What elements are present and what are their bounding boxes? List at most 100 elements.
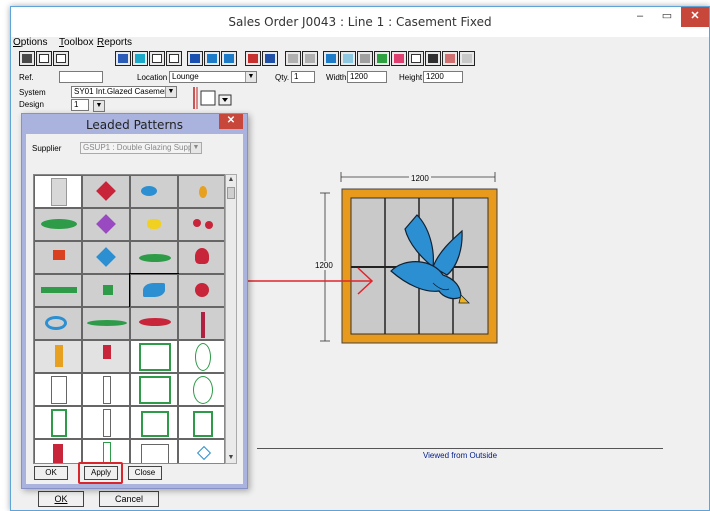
toolbar <box>19 51 709 67</box>
height-field[interactable]: 1200 <box>423 71 463 83</box>
pattern-tile[interactable] <box>178 175 224 208</box>
pattern-tile[interactable] <box>34 175 82 208</box>
pattern-tile[interactable] <box>34 307 82 340</box>
pattern-scrollbar[interactable]: ▲ ▼ <box>225 174 237 464</box>
chevron-down-icon[interactable]: ▼ <box>245 72 256 82</box>
chevron-down-icon[interactable]: ▼ <box>165 87 176 97</box>
pattern-tile[interactable] <box>130 208 178 241</box>
width-label: Width <box>326 73 347 82</box>
menu-bar: Options Toolbox Reports <box>11 37 709 51</box>
design-dropdown[interactable]: ▼ <box>93 100 105 112</box>
pattern-tile[interactable] <box>178 406 224 439</box>
delete-icon[interactable] <box>245 51 261 66</box>
menu-options[interactable]: Options <box>13 37 47 48</box>
pattern-tile[interactable] <box>130 340 178 373</box>
divider <box>257 448 663 449</box>
sash-icon[interactable] <box>166 51 182 66</box>
pattern-tile-selected[interactable] <box>129 273 179 308</box>
chevron-down-icon[interactable]: ▼ <box>190 143 201 153</box>
pattern-tile[interactable] <box>34 406 82 439</box>
minimize-icon[interactable]: – <box>627 7 653 27</box>
pattern-icon[interactable] <box>340 51 356 66</box>
scroll-thumb[interactable] <box>227 187 235 199</box>
glazing-bar-icon[interactable] <box>285 51 301 66</box>
system-select[interactable]: SY01 Int.Glazed Casement ▼ <box>71 86 177 98</box>
dialog-close-label: Close <box>134 468 156 477</box>
panel-icon[interactable] <box>149 51 165 66</box>
pattern-tile[interactable] <box>82 241 130 274</box>
refresh-icon[interactable] <box>459 51 475 66</box>
pattern-tile[interactable] <box>130 439 178 463</box>
pattern-tile[interactable] <box>34 241 82 274</box>
bar-icon[interactable] <box>302 51 318 66</box>
preview-icon[interactable] <box>442 51 458 66</box>
close-icon[interactable]: ✕ <box>219 114 243 129</box>
save-icon[interactable] <box>425 51 441 66</box>
pattern-tile[interactable] <box>178 208 224 241</box>
chevron-down-icon[interactable]: ▼ <box>94 101 104 111</box>
height-label: Height <box>399 73 423 82</box>
qty-label: Qty. <box>275 73 290 82</box>
window-title: Sales Order J0043 : Line 1 : Casement Fi… <box>228 15 492 29</box>
dimension-tool-icon[interactable] <box>19 51 35 66</box>
cancel-button[interactable]: Cancel <box>99 491 159 507</box>
pattern-tile[interactable] <box>178 307 224 340</box>
chevron-up-icon[interactable]: ▲ <box>226 175 236 185</box>
pattern-tile[interactable] <box>34 274 82 307</box>
pattern-tile[interactable] <box>34 439 82 463</box>
view-icon[interactable] <box>204 51 220 66</box>
leaded-icon[interactable] <box>357 51 373 66</box>
split-icon[interactable] <box>221 51 237 66</box>
door-icon[interactable] <box>132 51 148 66</box>
pattern-tile[interactable] <box>130 175 178 208</box>
pattern-tile[interactable] <box>82 406 130 439</box>
dialog-ok-button[interactable]: OK <box>34 466 68 480</box>
pattern-tile[interactable] <box>82 373 130 406</box>
pattern-tile[interactable] <box>82 274 130 307</box>
ref-field[interactable] <box>59 71 103 83</box>
pattern-tile[interactable] <box>34 340 82 373</box>
menu-reports[interactable]: Reports <box>97 37 132 48</box>
pattern-tile[interactable] <box>82 340 130 373</box>
frame-tool-icon[interactable] <box>53 51 69 66</box>
dialog-ok-label: OK <box>45 468 57 477</box>
open-pane-icon[interactable] <box>115 51 131 66</box>
pattern-tile[interactable] <box>130 307 178 340</box>
ok-button[interactable]: OK <box>38 491 84 507</box>
supplier-select[interactable]: GSUP1 : Double Glazing Supplier ▼ <box>80 142 202 154</box>
dialog-close-button[interactable]: Close <box>128 466 162 480</box>
close-icon[interactable]: ✕ <box>681 7 709 27</box>
height-dimension-label: 1200 <box>315 261 333 270</box>
pattern-tile[interactable] <box>34 208 82 241</box>
design-field[interactable]: 1 <box>71 99 89 111</box>
location-select[interactable]: Lounge ▼ <box>169 71 257 83</box>
pattern-tile[interactable] <box>82 208 130 241</box>
maximize-icon[interactable]: ▭ <box>655 7 679 27</box>
pattern-tile[interactable] <box>130 406 178 439</box>
pattern-tile[interactable] <box>178 373 224 406</box>
grid-tool-icon[interactable] <box>36 51 52 66</box>
qty-field[interactable]: 1 <box>291 71 315 83</box>
pattern-tile[interactable] <box>178 340 224 373</box>
pattern-tile[interactable] <box>178 439 224 463</box>
paint-icon[interactable] <box>391 51 407 66</box>
menu-toolbox[interactable]: Toolbox <box>59 37 93 48</box>
pattern-tile[interactable] <box>178 241 224 274</box>
table-icon[interactable] <box>408 51 424 66</box>
width-field[interactable]: 1200 <box>347 71 387 83</box>
undo-icon[interactable] <box>262 51 278 66</box>
title-bar[interactable]: Sales Order J0043 : Line 1 : Casement Fi… <box>11 7 709 37</box>
pattern-tile[interactable] <box>82 307 130 340</box>
zoom-icon[interactable] <box>323 51 339 66</box>
chevron-down-icon[interactable]: ▼ <box>226 453 236 463</box>
pattern-tile[interactable] <box>82 175 130 208</box>
pattern-tile[interactable] <box>178 274 224 307</box>
color-icon[interactable] <box>374 51 390 66</box>
pattern-tile[interactable] <box>130 241 178 274</box>
frame-style-icon[interactable] <box>191 85 233 111</box>
arrow-tool-icon[interactable] <box>187 51 203 66</box>
pattern-tile[interactable] <box>34 373 82 406</box>
pattern-tile[interactable] <box>130 373 178 406</box>
pattern-tile[interactable] <box>82 439 130 463</box>
leaded-patterns-dialog: Leaded Patterns ✕ Supplier GSUP1 : Doubl… <box>21 113 248 489</box>
